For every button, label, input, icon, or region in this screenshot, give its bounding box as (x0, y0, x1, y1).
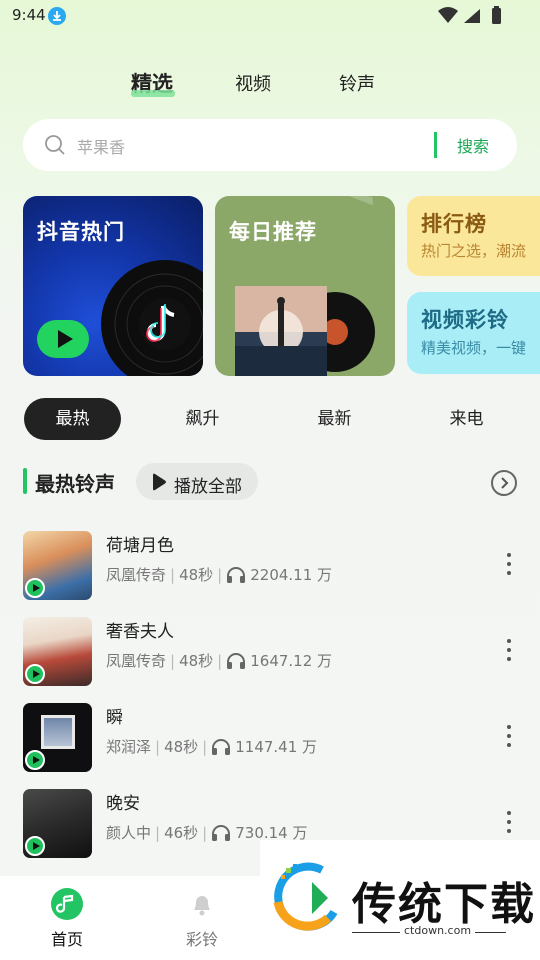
daily-album-art (235, 286, 375, 376)
watermark: 传统下载 ctdown.com (260, 840, 540, 960)
play-icon (153, 473, 166, 491)
search-input[interactable]: 苹果香 (77, 134, 125, 158)
card-douyin-hot[interactable]: 抖音热门 (23, 196, 203, 376)
nav-home-label: 首页 (50, 930, 83, 949)
search-bar[interactable]: 苹果香 搜索 (23, 119, 517, 171)
filter-chips: 最热 飙升 最新 来电 (0, 398, 540, 440)
song-plays: 1647.12 万 (250, 652, 333, 670)
song-meta: 郑润泽 | 48秒 | 1147.41 万 (106, 738, 318, 756)
song-cover (23, 531, 92, 600)
song-cover (23, 703, 92, 772)
cover-play-icon (25, 664, 45, 684)
headphone-icon (212, 739, 231, 755)
card-ranking-title: 排行榜 (421, 212, 487, 236)
card-ranking-subtitle: 热门之选，潮流 (421, 242, 527, 260)
search-button[interactable]: 搜索 (457, 133, 489, 157)
download-notification-icon (48, 7, 66, 25)
cover-play-icon (25, 578, 45, 598)
top-tabs: 精选 视频 铃声 (0, 70, 540, 100)
song-title: 瞬 (106, 708, 123, 728)
song-artist: 颜人中 (106, 824, 152, 842)
song-duration: 48秒 (179, 652, 214, 670)
section-accent-bar (23, 468, 27, 494)
song-row[interactable]: 奢香夫人 凤凰传奇 | 48秒 | 1647.12 万 (0, 617, 540, 689)
song-more-icon[interactable] (507, 725, 513, 751)
song-duration: 48秒 (164, 738, 199, 756)
cover-play-icon (25, 750, 45, 770)
song-more-icon[interactable] (507, 811, 513, 837)
play-all-label: 播放全部 (174, 477, 242, 497)
song-artist: 凤凰传奇 (106, 566, 167, 584)
song-duration: 46秒 (164, 824, 199, 842)
battery-icon (492, 8, 501, 24)
song-cover (23, 789, 92, 858)
filter-incoming-call[interactable]: 来电 (418, 398, 515, 440)
tab-video[interactable]: 视频 (235, 70, 271, 96)
song-title: 晚安 (106, 794, 140, 814)
card-daily-recommend[interactable]: Daily 每日推荐 (215, 196, 395, 376)
wifi-icon (438, 7, 458, 23)
signal-icon (464, 9, 480, 23)
song-title: 荷塘月色 (106, 536, 174, 556)
search-divider (434, 132, 437, 158)
song-cover (23, 617, 92, 686)
active-tab-indicator (131, 90, 175, 97)
tab-ringtone[interactable]: 铃声 (339, 70, 375, 96)
song-row[interactable]: 瞬 郑润泽 | 48秒 | 1147.41 万 (0, 703, 540, 775)
status-time: 9:44 (12, 6, 46, 24)
song-title: 奢香夫人 (106, 622, 174, 642)
filter-newest[interactable]: 最新 (286, 398, 383, 440)
music-note-icon (51, 888, 83, 920)
card-video-title: 视频彩铃 (421, 308, 509, 332)
search-icon (45, 135, 65, 155)
headphone-icon (212, 825, 231, 841)
system-icons (436, 5, 506, 31)
watermark-text: 传统下载 (352, 879, 536, 930)
song-artist: 郑润泽 (106, 738, 152, 756)
card-video-ringtone[interactable]: 视频彩铃 精美视频，一键 (407, 292, 540, 374)
song-artist: 凤凰传奇 (106, 652, 167, 670)
douyin-vinyl-icon (37, 260, 203, 376)
song-plays: 1147.41 万 (235, 738, 318, 756)
cover-play-icon (25, 836, 45, 856)
headphone-icon (227, 653, 246, 669)
filter-rising[interactable]: 飙升 (154, 398, 251, 440)
song-meta: 凤凰传奇 | 48秒 | 1647.12 万 (106, 652, 333, 670)
filter-hottest[interactable]: 最热 (24, 398, 121, 440)
song-plays: 2204.11 万 (250, 566, 333, 584)
status-bar: 9:44 (0, 0, 540, 34)
song-duration: 48秒 (179, 566, 214, 584)
watermark-url: ctdown.com (400, 924, 476, 937)
nav-color-ringtone-label: 彩铃 (185, 930, 218, 949)
section-title: 最热铃声 (35, 472, 115, 496)
song-more-icon[interactable] (507, 639, 513, 665)
card-video-subtitle: 精美视频，一键 (421, 339, 527, 357)
watermark-logo (273, 862, 338, 931)
play-all-button[interactable]: 播放全部 (136, 463, 258, 500)
song-more-icon[interactable] (507, 553, 513, 579)
section-more-button[interactable] (491, 470, 517, 496)
bell-icon (186, 888, 218, 920)
song-meta: 凤凰传奇 | 48秒 | 2204.11 万 (106, 566, 333, 584)
card-ranking[interactable]: 排行榜 热门之选，潮流 (407, 196, 540, 276)
headphone-icon (227, 567, 246, 583)
chevron-right-icon (501, 477, 509, 489)
song-row[interactable]: 荷塘月色 凤凰传奇 | 48秒 | 2204.11 万 (0, 531, 540, 603)
